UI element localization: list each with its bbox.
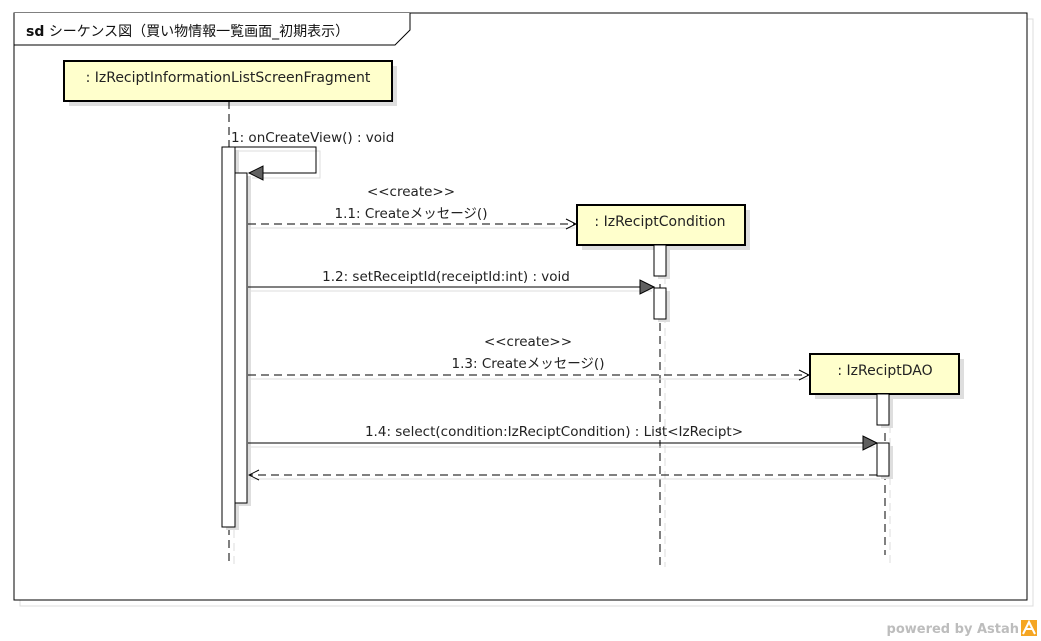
message-1-1-label: 1.1: Createメッセージ() [335, 206, 488, 222]
activation-dao-create [876, 393, 893, 428]
activation-condition-set [653, 287, 670, 322]
frame-title: sd シーケンス図（買い物情報一覧画面_初期表示） [26, 23, 349, 40]
message-1-3-stereotype: <<create>> [484, 334, 572, 350]
sequence-diagram: sd シーケンス図（買い物情報一覧画面_初期表示） : IzReciptInfo… [13, 12, 1037, 637]
astah-logo-icon [1021, 619, 1037, 636]
message-1-1-stereotype: <<create>> [367, 184, 455, 200]
watermark-text: powered by Astah [887, 622, 1019, 637]
message-1-label: 1: onCreateView() : void [231, 130, 394, 146]
message-1-2-label: 1.2: setReceiptId(receiptId:int) : void [322, 269, 570, 285]
lifeline-condition-label: : IzReciptCondition [594, 214, 725, 230]
message-1-4-label: 1.4: select(condition:IzReciptCondition)… [365, 424, 743, 440]
lifeline-dao-label: : IzReciptDAO [837, 363, 932, 379]
activation-condition-create [653, 244, 670, 279]
lifeline-fragment-label: : IzReciptInformationListScreenFragment [86, 70, 371, 86]
message-1-3-label: 1.3: Createメッセージ() [452, 356, 605, 372]
astah-watermark: powered by Astah [887, 619, 1037, 637]
activation-dao-select [876, 442, 893, 479]
activation-fragment-inner [234, 172, 251, 506]
